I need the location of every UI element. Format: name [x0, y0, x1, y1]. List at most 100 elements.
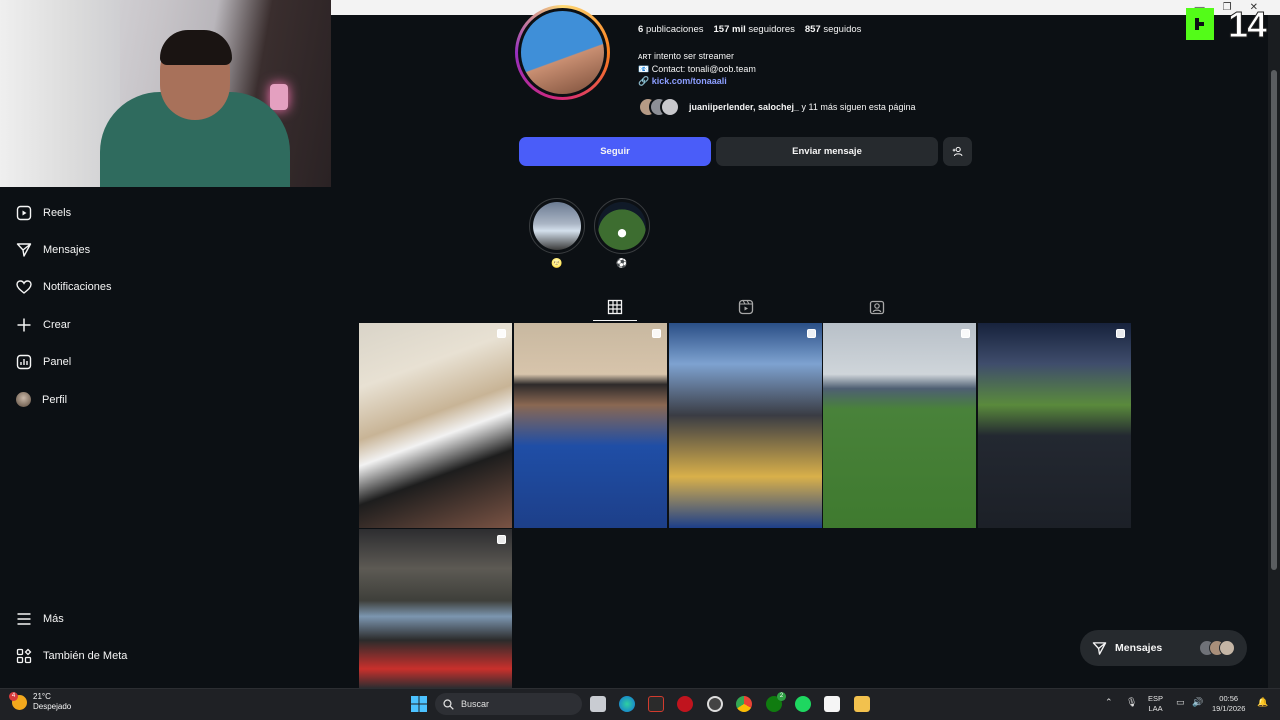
- active-tab-indicator: [593, 320, 637, 321]
- follower-avatars: [638, 97, 680, 117]
- clock[interactable]: 00:56 19/1/2026: [1212, 694, 1245, 713]
- sidebar-item-messages[interactable]: Mensajes: [16, 242, 90, 258]
- sidebar-item-more[interactable]: Más: [16, 611, 64, 627]
- sidebar-item-label: Panel: [43, 356, 72, 368]
- search-placeholder: Buscar: [461, 699, 490, 709]
- post-thumbnail[interactable]: [823, 323, 976, 528]
- reels-tab-icon[interactable]: [738, 299, 754, 315]
- suggest-user-button[interactable]: [943, 137, 972, 166]
- messages-icon: [16, 243, 32, 257]
- highlight-image: [533, 202, 581, 250]
- highlight-label: 🌝: [551, 258, 563, 268]
- post-thumbnail[interactable]: [359, 323, 512, 528]
- file-explorer-icon[interactable]: [854, 696, 870, 712]
- sidebar-item-label: Crear: [43, 319, 71, 331]
- weather-widget[interactable]: 4 21°C Despejado: [9, 691, 72, 712]
- browser-top-strip: [331, 0, 1280, 15]
- sun-icon: 4: [9, 691, 27, 710]
- carousel-icon: [652, 329, 661, 338]
- scrollbar-thumb[interactable]: [1271, 70, 1277, 570]
- post-thumbnail[interactable]: [514, 323, 667, 528]
- app-icon[interactable]: [677, 696, 693, 712]
- xbox-icon[interactable]: 2: [766, 692, 786, 712]
- weather-temp: 21°C: [33, 692, 51, 701]
- carousel-icon: [497, 329, 506, 338]
- taskbar-search[interactable]: Buscar: [435, 693, 582, 715]
- highlight-label: ⚽: [616, 258, 628, 268]
- bio-line: 📧 Contact: tonali@oob.team: [638, 63, 756, 74]
- carousel-icon: [1116, 329, 1125, 338]
- sidebar-item-label: Perfil: [42, 393, 68, 406]
- edge-icon[interactable]: [619, 696, 635, 712]
- floating-messages-button[interactable]: Mensajes: [1080, 630, 1247, 666]
- windows-start-icon[interactable]: [411, 696, 427, 712]
- sidebar-item-label: También de Meta: [43, 650, 128, 662]
- highlight-image: [598, 202, 646, 250]
- carousel-icon: [961, 329, 970, 338]
- task-view-icon[interactable]: [590, 696, 606, 712]
- kick-k-icon: [1186, 8, 1214, 40]
- windows-taskbar: [0, 688, 1280, 720]
- kick-overlay-number: 14: [1227, 4, 1267, 46]
- language-indicator[interactable]: ESP LAA: [1148, 694, 1163, 713]
- post-thumbnail[interactable]: [359, 529, 512, 688]
- tray-chevron-icon[interactable]: ⌃: [1105, 697, 1113, 708]
- profile-photo: [521, 11, 604, 94]
- followers-count[interactable]: 157 mil seguidores: [714, 24, 795, 35]
- sidebar-item-label: Reels: [43, 207, 72, 219]
- webcam-overlay: [0, 0, 331, 187]
- story-highlight[interactable]: 🌝: [529, 198, 585, 269]
- profile-bio: ᴀʀᴛ intento ser streamer 📧 Contact: tona…: [638, 50, 756, 88]
- following-count[interactable]: 857 seguidos: [805, 24, 862, 35]
- bio-line: ᴀʀᴛ intento ser streamer: [638, 51, 734, 61]
- avatar: [660, 97, 680, 117]
- bio-link[interactable]: 🔗 kick.com/tonaaali: [638, 75, 756, 88]
- send-message-button[interactable]: Enviar mensaje: [716, 137, 938, 166]
- microphone-icon[interactable]: 🎙: [1126, 697, 1137, 708]
- sidebar-item-reels[interactable]: Reels: [16, 205, 71, 221]
- sidebar-item-notifications[interactable]: Notificaciones: [16, 279, 111, 295]
- carousel-icon: [497, 535, 506, 544]
- story-highlight[interactable]: ⚽: [594, 198, 650, 269]
- sidebar-item-create[interactable]: Crear: [16, 317, 71, 333]
- capcut-icon[interactable]: [824, 696, 840, 712]
- obs-icon[interactable]: [707, 696, 723, 712]
- plus-icon: [17, 318, 31, 332]
- follow-button[interactable]: Seguir: [519, 137, 711, 166]
- search-icon: [443, 698, 454, 710]
- add-user-icon: [952, 146, 963, 157]
- heart-icon: [16, 280, 32, 294]
- grid-icon[interactable]: [607, 299, 623, 315]
- floating-messages-label: Mensajes: [1115, 642, 1163, 654]
- meta-icon: [16, 648, 32, 664]
- recent-chat-avatars: [1199, 640, 1235, 656]
- weather-desc: Despejado: [33, 702, 72, 711]
- sidebar-item-label: Notificaciones: [43, 281, 112, 293]
- post-thumbnail[interactable]: [978, 323, 1131, 528]
- chart-icon: [16, 354, 32, 370]
- network-icon[interactable]: ▭: [1176, 697, 1185, 708]
- reels-icon: [16, 205, 32, 221]
- posts-count[interactable]: 6 publicaciones: [638, 24, 704, 35]
- avatar: [1219, 640, 1235, 656]
- chrome-icon[interactable]: [736, 696, 752, 712]
- profile-stats: 6 publicaciones 157 mil seguidores 857 s…: [638, 24, 861, 35]
- profile-picture[interactable]: [515, 5, 610, 100]
- app-icon[interactable]: [648, 696, 664, 712]
- post-thumbnail[interactable]: [669, 323, 822, 528]
- volume-icon[interactable]: 🔊: [1192, 697, 1203, 708]
- tagged-icon[interactable]: [869, 299, 885, 315]
- followed-by[interactable]: juaniiperlender, salochej_ y 11 más sigu…: [638, 97, 915, 117]
- kick-logo: [1186, 8, 1214, 40]
- sidebar-item-meta[interactable]: También de Meta: [16, 648, 127, 664]
- messages-icon: [1092, 641, 1107, 655]
- webcam-person-hair: [160, 30, 232, 65]
- sidebar-item-panel[interactable]: Panel: [16, 354, 71, 370]
- sidebar-item-profile[interactable]: Perfil: [16, 392, 67, 407]
- notification-badge: 2: [777, 692, 786, 701]
- spotify-icon[interactable]: [795, 696, 811, 712]
- avatar: [16, 392, 31, 407]
- notifications-icon[interactable]: 🔔: [1257, 697, 1268, 708]
- webcam-lamp: [270, 84, 288, 110]
- notification-badge: 4: [9, 691, 18, 701]
